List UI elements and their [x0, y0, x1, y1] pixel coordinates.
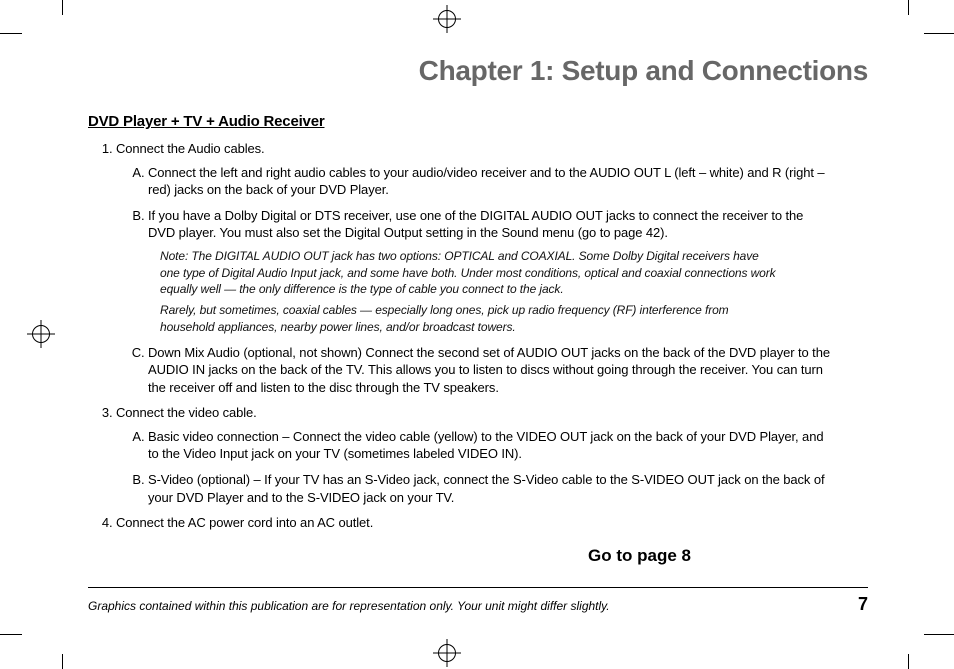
- step-1b: If you have a Dolby Digital or DTS recei…: [148, 207, 868, 336]
- section-heading: DVD Player + TV + Audio Receiver: [88, 113, 868, 130]
- step-1: Connect the Audio cables. Connect the le…: [116, 140, 868, 396]
- step-3: Connect the video cable. Basic video con…: [116, 404, 868, 506]
- chapter-title: Chapter 1: Setup and Connections: [88, 55, 868, 87]
- substeps-3: Basic video connection – Connect the vid…: [116, 428, 868, 506]
- crop-mark: [62, 0, 63, 15]
- step-text: Connect the Audio cables.: [116, 141, 265, 156]
- crop-mark: [0, 634, 22, 635]
- page-footer: Graphics contained within this publicati…: [88, 587, 868, 615]
- page-number: 7: [858, 594, 868, 615]
- registration-mark-icon: [438, 10, 456, 28]
- note-text: Note: The DIGITAL AUDIO OUT jack has two…: [160, 248, 780, 298]
- step-1c: Down Mix Audio (optional, not shown) Con…: [148, 344, 868, 397]
- step-3b: S-Video (optional) – If your TV has an S…: [148, 471, 868, 506]
- step-4: Connect the AC power cord into an AC out…: [116, 514, 868, 532]
- crop-mark: [924, 634, 954, 635]
- crop-mark: [924, 33, 954, 34]
- footer-disclaimer: Graphics contained within this publicati…: [88, 599, 610, 613]
- steps-list: Connect the Audio cables. Connect the le…: [88, 140, 868, 532]
- crop-mark: [908, 0, 909, 15]
- step-1a: Connect the left and right audio cables …: [148, 164, 868, 199]
- crop-mark: [62, 654, 63, 669]
- step-text: Connect the video cable.: [116, 405, 257, 420]
- step-3a: Basic video connection – Connect the vid…: [148, 428, 868, 463]
- goto-page: Go to page 8: [588, 546, 868, 566]
- registration-mark-icon: [438, 644, 456, 662]
- crop-mark: [0, 33, 22, 34]
- step-text: If you have a Dolby Digital or DTS recei…: [148, 208, 803, 241]
- crop-mark: [908, 654, 909, 669]
- note-text: Rarely, but sometimes, coaxial cables — …: [160, 302, 780, 336]
- page-body: Chapter 1: Setup and Connections DVD Pla…: [88, 55, 868, 615]
- substeps-1: Connect the left and right audio cables …: [116, 164, 868, 397]
- registration-mark-icon: [32, 325, 50, 343]
